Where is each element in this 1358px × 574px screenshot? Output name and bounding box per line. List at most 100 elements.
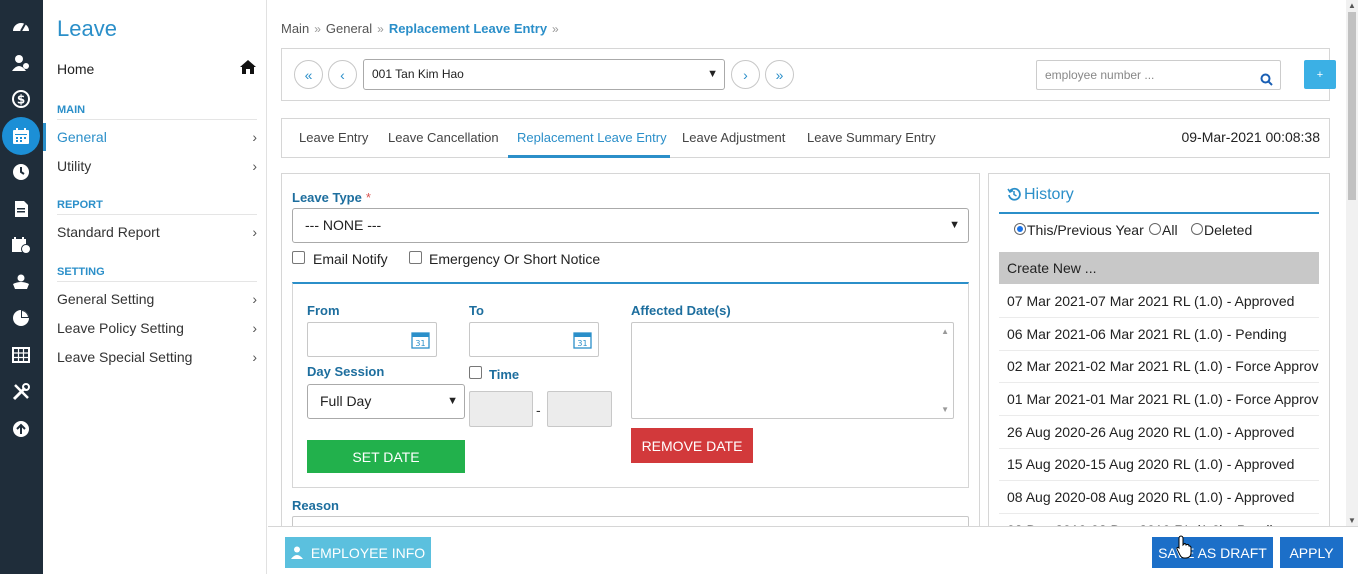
to-label: To: [469, 303, 484, 318]
clock-icon[interactable]: [6, 157, 36, 187]
create-new-item[interactable]: Create New ...: [999, 252, 1319, 284]
double-chevron-right-icon: »: [775, 66, 784, 83]
action-bar: EMPLOYEE INFO SAVE AS DRAFT APPLY: [268, 526, 1358, 574]
scroll-up-icon[interactable]: ▲: [1348, 1, 1356, 10]
first-record-button[interactable]: «: [294, 60, 323, 89]
payroll-icon[interactable]: $: [6, 84, 36, 114]
double-chevron-left-icon: «: [304, 66, 313, 83]
filter-this-previous-year-radio[interactable]: [1014, 223, 1026, 235]
tab-leave-entry[interactable]: Leave Entry: [299, 130, 368, 145]
filter-deleted-label: Deleted: [1204, 222, 1253, 238]
breadcrumb: Main » General » Replacement Leave Entry »: [281, 21, 564, 36]
from-date-input[interactable]: 31: [307, 322, 437, 357]
search-icon[interactable]: [1260, 68, 1273, 96]
search-placeholder: employee number ...: [1045, 68, 1155, 82]
breadcrumb-general[interactable]: General: [326, 21, 372, 36]
icon-rail: $: [0, 0, 43, 574]
calendar-icon[interactable]: 31: [573, 331, 592, 352]
current-datetime: 09-Mar-2021 00:08:38: [1181, 129, 1320, 145]
calendar-clock-icon[interactable]: [6, 230, 36, 260]
breadcrumb-separator-icon: »: [314, 22, 321, 36]
leave-type-value: --- NONE ---: [305, 217, 382, 233]
add-employee-button[interactable]: +: [1304, 60, 1336, 89]
last-record-button[interactable]: »: [765, 60, 794, 89]
tab-leave-summary-entry[interactable]: Leave Summary Entry: [807, 130, 936, 145]
time-checkbox[interactable]: [469, 366, 482, 379]
section-heading-report: REPORT: [57, 199, 257, 215]
breadcrumb-main[interactable]: Main: [281, 21, 309, 36]
chevron-right-icon: ›: [743, 66, 748, 83]
employee-select[interactable]: 001 Tan Kim Hao ▼: [363, 59, 725, 90]
previous-record-button[interactable]: ‹: [328, 60, 357, 89]
tab-replacement-leave-entry[interactable]: Replacement Leave Entry: [517, 130, 667, 145]
sidebar-item-home[interactable]: Home: [57, 59, 257, 81]
tools-icon[interactable]: [6, 377, 36, 407]
history-item[interactable]: 06 Mar 2021-06 Mar 2021 RL (1.0) - Pendi…: [999, 318, 1319, 351]
save-as-draft-button[interactable]: SAVE AS DRAFT: [1152, 537, 1273, 568]
apply-button[interactable]: APPLY: [1280, 537, 1343, 568]
hand-icon[interactable]: [6, 267, 36, 297]
day-session-select[interactable]: Full Day ▼: [307, 384, 465, 419]
pie-chart-icon[interactable]: [6, 303, 36, 333]
history-item[interactable]: 02 Mar 2021-02 Mar 2021 RL (1.0) - Force…: [999, 350, 1319, 383]
users-icon[interactable]: [6, 48, 36, 78]
history-item[interactable]: 26 Aug 2020-26 Aug 2020 RL (1.0) - Appro…: [999, 416, 1319, 449]
history-item[interactable]: 15 Aug 2020-15 Aug 2020 RL (1.0) - Appro…: [999, 448, 1319, 481]
filter-all-label: All: [1162, 222, 1178, 238]
dashboard-icon[interactable]: [6, 12, 36, 42]
next-record-button[interactable]: ›: [731, 60, 760, 89]
home-icon: [239, 59, 257, 78]
sidebar-item-general[interactable]: General ›: [57, 129, 257, 145]
affected-dates-list[interactable]: ▲ ▼: [631, 322, 954, 419]
employee-info-button[interactable]: EMPLOYEE INFO: [285, 537, 431, 568]
section-heading-main: MAIN: [57, 104, 257, 120]
filter-this-previous-year-label: This/Previous Year: [1027, 222, 1144, 238]
time-separator: -: [536, 402, 541, 418]
user-icon: [290, 546, 303, 559]
history-item[interactable]: 08 Aug 2020-08 Aug 2020 RL (1.0) - Appro…: [999, 481, 1319, 514]
upload-icon[interactable]: [6, 414, 36, 444]
time-start-input[interactable]: [469, 391, 533, 427]
sidebar-item-leave-special-setting[interactable]: Leave Special Setting ›: [57, 349, 257, 365]
email-notify-checkbox[interactable]: [292, 251, 305, 264]
remove-date-button[interactable]: REMOVE DATE: [631, 428, 753, 463]
sidebar: Leave Home MAIN General › Utility › REPO…: [43, 0, 267, 574]
chevron-right-icon: ›: [252, 224, 257, 240]
sidebar-item-utility[interactable]: Utility ›: [57, 158, 257, 174]
history-divider: [999, 212, 1319, 214]
history-item[interactable]: 07 Mar 2021-07 Mar 2021 RL (1.0) - Appro…: [999, 285, 1319, 318]
scroll-down-icon[interactable]: ▼: [1348, 516, 1356, 525]
chevron-right-icon: ›: [252, 291, 257, 307]
tab-leave-cancellation[interactable]: Leave Cancellation: [388, 130, 499, 145]
scroll-down-icon[interactable]: ▼: [941, 405, 949, 414]
chevron-right-icon: ›: [252, 158, 257, 174]
leave-type-select[interactable]: --- NONE --- ▼: [292, 208, 969, 243]
filter-deleted-radio[interactable]: [1191, 223, 1203, 235]
sidebar-item-leave-policy-setting[interactable]: Leave Policy Setting ›: [57, 320, 257, 336]
document-icon[interactable]: [6, 194, 36, 224]
sidebar-item-general-setting[interactable]: General Setting ›: [57, 291, 257, 307]
leave-calendar-icon[interactable]: [2, 117, 40, 155]
tab-leave-adjustment[interactable]: Leave Adjustment: [682, 130, 785, 145]
to-date-input[interactable]: 31: [469, 322, 599, 357]
time-end-input[interactable]: [547, 391, 612, 427]
active-tab-indicator: [508, 155, 670, 158]
date-selection-section: From 31 To 31 Affected Date(s) ▲ ▼ Day S…: [292, 282, 969, 488]
emergency-label: Emergency Or Short Notice: [429, 251, 601, 267]
employee-search-input[interactable]: employee number ...: [1036, 60, 1281, 90]
emergency-checkbox[interactable]: [409, 251, 422, 264]
scroll-up-icon[interactable]: ▲: [941, 327, 949, 336]
filter-all-radio[interactable]: [1149, 223, 1161, 235]
history-item[interactable]: 01 Mar 2021-01 Mar 2021 RL (1.0) - Force…: [999, 383, 1319, 416]
leave-type-label: Leave Type *: [292, 190, 371, 205]
leave-form: Leave Type * --- NONE --- ▼ Email Notify …: [281, 173, 980, 533]
main-content: Main » General » Replacement Leave Entry » « …: [268, 0, 1346, 574]
calendar-icon[interactable]: 31: [411, 331, 430, 352]
sidebar-item-label: General Setting: [57, 291, 155, 307]
page-scrollbar[interactable]: ▲ ▼: [1346, 0, 1358, 526]
set-date-button[interactable]: SET DATE: [307, 440, 465, 473]
table-icon[interactable]: [6, 340, 36, 370]
sidebar-item-standard-report[interactable]: Standard Report ›: [57, 224, 257, 240]
email-notify-label: Email Notify: [313, 251, 388, 267]
scrollbar-thumb[interactable]: [1348, 12, 1356, 200]
